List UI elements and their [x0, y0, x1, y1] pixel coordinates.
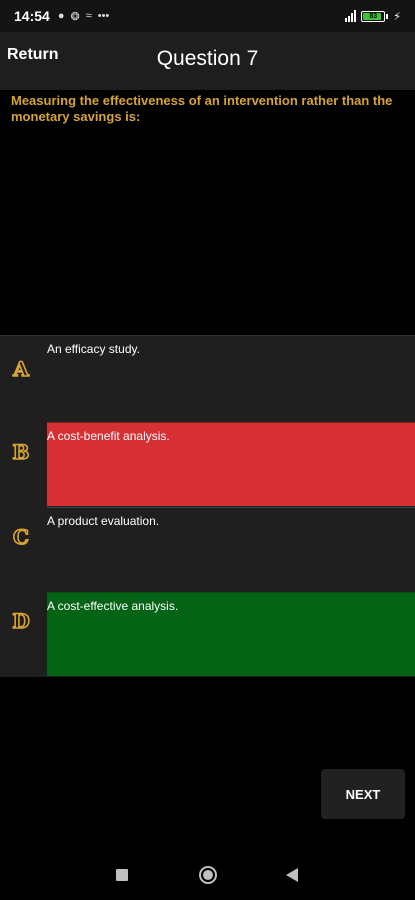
back-triangle-icon[interactable] — [286, 868, 298, 882]
status-time: 14:54 — [14, 8, 50, 24]
wifi-small-icon: ≈ — [85, 10, 92, 22]
home-circle-icon[interactable] — [199, 866, 217, 884]
recents-square-icon[interactable] — [116, 869, 128, 881]
more-notifications-icon: ••• — [97, 10, 110, 22]
battery-tip — [386, 13, 389, 19]
option-c-text: A product evaluation. — [47, 514, 160, 528]
letter-c-icon: C — [9, 525, 33, 549]
option-c[interactable]: C A product evaluation. — [0, 507, 415, 592]
svg-text:D: D — [12, 609, 29, 633]
option-a[interactable]: A An efficacy study. — [0, 336, 415, 421]
status-right: 83 ⚡ — [345, 10, 401, 23]
option-b-text: A cost-benefit analysis. — [47, 429, 170, 443]
status-bar: 14:54 ● ❂ ≈ ••• 83 ⚡ — [0, 0, 415, 32]
app-icon: ❂ — [70, 10, 80, 23]
letter-a-icon: A — [9, 357, 33, 381]
option-b-box[interactable]: A cost-benefit analysis. — [47, 422, 415, 506]
notification-icons: ● ❂ ≈ ••• — [58, 10, 109, 23]
svg-text:A: A — [12, 357, 29, 381]
next-button[interactable]: NEXT — [321, 769, 405, 819]
option-b[interactable]: B A cost-benefit analysis. — [0, 422, 415, 507]
question-text: Measuring the effectiveness of an interv… — [11, 93, 393, 124]
charging-icon: ⚡ — [393, 10, 401, 23]
app-header: Return Question 7 — [0, 32, 415, 90]
svg-text:B: B — [13, 440, 30, 464]
letter-b-icon: B — [9, 440, 33, 464]
letter-d-icon: D — [9, 609, 33, 633]
answer-options: A An efficacy study. B A cost-benefit an… — [0, 335, 415, 677]
signal-icon — [345, 10, 357, 22]
notification-icon: ● — [57, 10, 65, 22]
option-d-box[interactable]: A cost-effective analysis. — [47, 592, 415, 676]
battery-icon: 83 — [361, 10, 386, 22]
option-d-text: A cost-effective analysis. — [47, 599, 179, 613]
status-left: 14:54 ● ❂ ≈ ••• — [14, 8, 109, 24]
svg-text:C: C — [13, 525, 29, 549]
option-c-box[interactable]: A product evaluation. — [47, 507, 415, 591]
option-a-box[interactable]: An efficacy study. — [47, 336, 415, 420]
option-a-text: An efficacy study. — [47, 342, 140, 356]
option-d[interactable]: D A cost-effective analysis. — [0, 592, 415, 677]
page-title: Question 7 — [156, 47, 259, 70]
battery-level: 83 — [369, 12, 378, 20]
system-nav-bar — [0, 846, 415, 900]
